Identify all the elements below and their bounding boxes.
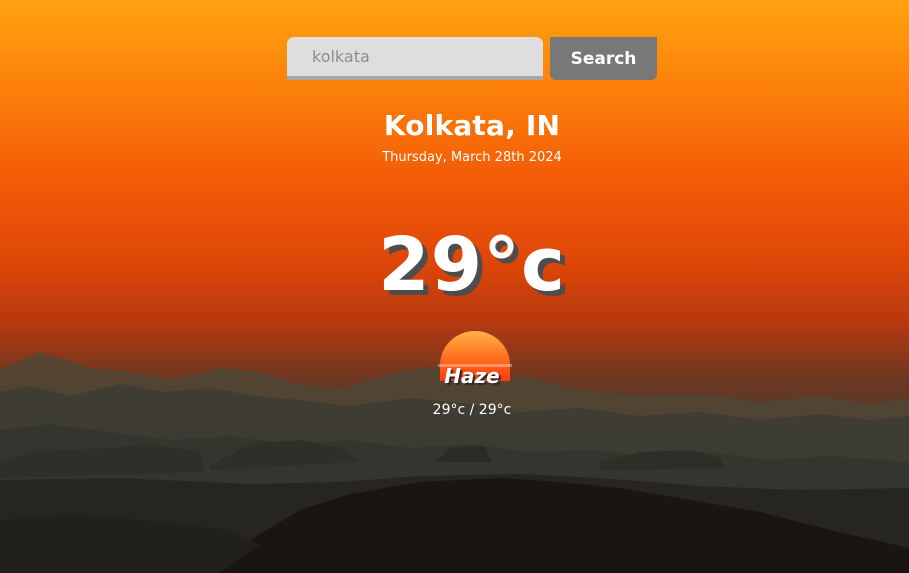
temperature-range: 29°c / 29°c: [432, 402, 512, 418]
current-date: Thursday, March 28th 2024: [382, 150, 562, 165]
city-name: Kolkata, IN: [383, 109, 561, 142]
current-temperature: 29°c: [378, 222, 566, 308]
weather-condition: Haze: [444, 364, 500, 388]
search-bar: Search: [287, 37, 657, 80]
search-input[interactable]: [287, 37, 543, 80]
search-button[interactable]: Search: [550, 37, 657, 80]
